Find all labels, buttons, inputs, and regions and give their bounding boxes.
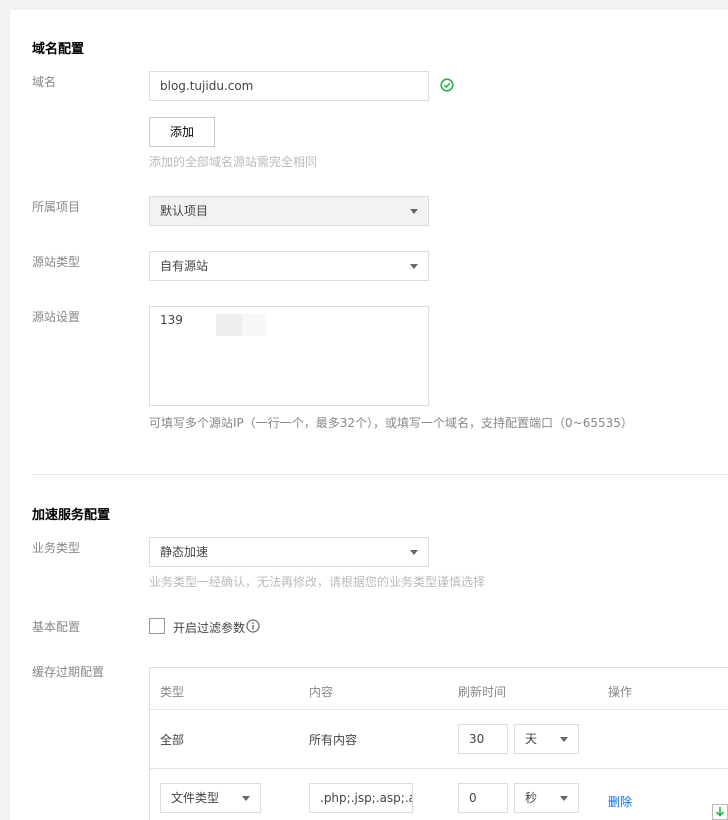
filter-param-label: 开启过滤参数: [173, 621, 246, 635]
caret-down-icon: [242, 796, 250, 801]
business-type-value: 静态加速: [160, 545, 209, 559]
basic-config-label: 基本配置: [32, 620, 81, 634]
table-header-content: 内容: [309, 685, 334, 699]
business-type-hint: 业务类型一经确认，无法再修改，请根据您的业务类型谨慎选择: [149, 575, 486, 589]
info-icon[interactable]: [246, 619, 260, 633]
add-domain-button[interactable]: 添加: [149, 117, 215, 147]
project-select-value: 默认项目: [160, 204, 209, 218]
row1-time-input[interactable]: 30: [458, 724, 508, 754]
business-type-label: 业务类型: [32, 541, 81, 555]
row2-content-input[interactable]: .php;.jsp;.asp;.aspx: [309, 783, 413, 813]
table-row-divider: [150, 768, 728, 769]
row2-type-value: 文件类型: [171, 791, 220, 805]
filter-param-checkbox[interactable]: [149, 618, 165, 634]
check-circle-icon: [440, 78, 454, 92]
domain-section-title: 域名配置: [32, 42, 85, 57]
project-select[interactable]: 默认项目: [149, 196, 429, 226]
table-row-divider: [150, 709, 728, 710]
origin-type-value: 自有源站: [160, 259, 209, 273]
row2-type-select[interactable]: 文件类型: [160, 783, 261, 813]
domain-label: 域名: [32, 75, 57, 89]
row2-delete-link[interactable]: 删除: [608, 793, 632, 810]
add-domain-hint: 添加的全部域名源站需完全相同: [149, 155, 318, 169]
row1-type: 全部: [160, 733, 185, 747]
caret-down-icon: [410, 264, 418, 269]
origin-setting-label: 源站设置: [32, 310, 81, 324]
section-divider: [32, 474, 728, 475]
config-panel: 域名配置 域名 blog.tujidu.com 添加 添加的全部域名源站需完全相…: [10, 10, 728, 820]
table-header-refresh-time: 刷新时间: [458, 685, 507, 699]
business-type-select[interactable]: 静态加速: [149, 537, 429, 567]
caret-down-icon: [560, 737, 568, 742]
caret-down-icon: [410, 209, 418, 214]
origin-setting-textarea[interactable]: 139: [149, 306, 429, 406]
origin-setting-value: 139: [160, 313, 183, 327]
table-header-type: 类型: [160, 685, 185, 699]
cache-table: 类型 内容 刷新时间 操作 全部 所有内容 30 天 文件类型 .php;.js…: [149, 667, 728, 820]
domain-input[interactable]: blog.tujidu.com: [149, 71, 429, 101]
caret-down-icon: [410, 550, 418, 555]
table-header-action: 操作: [608, 685, 633, 699]
download-icon: [715, 807, 725, 817]
redaction-block: [216, 314, 242, 336]
project-label: 所属项目: [32, 200, 81, 214]
cache-expire-label: 缓存过期配置: [32, 665, 105, 679]
download-button[interactable]: [712, 804, 728, 820]
origin-type-select[interactable]: 自有源站: [149, 251, 429, 281]
origin-type-label: 源站类型: [32, 255, 81, 269]
acceleration-section-title: 加速服务配置: [32, 508, 111, 523]
row1-content: 所有内容: [309, 733, 358, 747]
redaction-block: [242, 314, 266, 336]
caret-down-icon: [560, 796, 568, 801]
row1-unit-value: 天: [525, 732, 538, 746]
row2-unit-value: 秒: [525, 791, 538, 805]
row2-time-input[interactable]: 0: [458, 783, 508, 813]
row1-unit-select[interactable]: 天: [514, 724, 579, 754]
origin-setting-hint: 可填写多个源站IP（一行一个，最多32个），或填写一个域名，支持配置端口（0~6…: [149, 416, 633, 430]
row2-unit-select[interactable]: 秒: [514, 783, 579, 813]
